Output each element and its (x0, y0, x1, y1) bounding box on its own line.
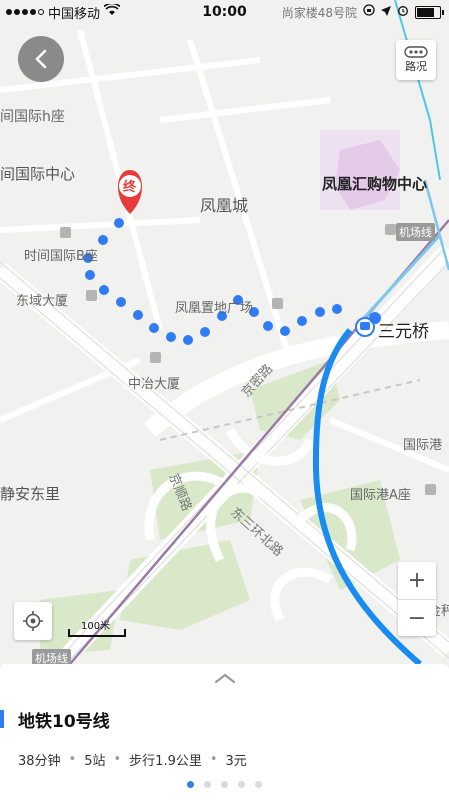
pager-dot[interactable] (221, 781, 228, 788)
zoom-out-button[interactable]: − (398, 600, 436, 637)
screen-lock-icon (363, 4, 375, 20)
carrier-label: 中国移动 (48, 6, 101, 22)
map-label-guoji-gang-a: 国际港A座 (350, 488, 411, 503)
map-label-fenghuang-mall: 凤凰汇购物中心 (322, 175, 428, 193)
route-summary: 38分钟 • 5站 • 步行1.9公里 • 3元 (18, 750, 247, 769)
route-title: 地铁10号线 (0, 708, 110, 732)
separator-dot: • (68, 752, 77, 767)
traffic-label: 路况 (405, 60, 427, 73)
map-label-zhongye: 中冶大厦 (128, 377, 181, 392)
traffic-toggle-button[interactable]: 路况 (396, 40, 436, 80)
map-label-jing-an-dongli: 静安东里 (0, 485, 61, 503)
route-duration: 38分钟 (18, 754, 61, 769)
map-label-fenghuang-plaza: 凤凰置地广场 (175, 301, 254, 316)
separator-dot: • (209, 752, 218, 767)
status-bar: 中国移动 10:00 尚家楼48号院 (0, 0, 449, 24)
map-label-sanyuanqiao: 三元桥 (378, 322, 429, 342)
map-label-shijian-b: 时间国际B座 (24, 249, 98, 264)
locate-me-button[interactable] (14, 602, 52, 640)
map-label-dongyu: 东域大厦 (16, 294, 69, 309)
separator-dot: • (113, 752, 122, 767)
location-arrow-icon (381, 5, 391, 20)
crosshair-icon (23, 611, 43, 631)
airport-line-badge-top: 机场线 (396, 223, 435, 241)
airport-line-badge-bottom: 机场线 (32, 649, 71, 664)
pager-dot[interactable] (238, 781, 245, 788)
status-bar-left: 中国移动 (0, 2, 121, 22)
street-label: 尚家楼48号院 (281, 5, 357, 20)
battery-icon (415, 5, 444, 19)
map-label-shijian-h: 间国际h座 (0, 109, 65, 125)
status-bar-right: 尚家楼48号院 (282, 4, 449, 21)
pager-dot[interactable] (204, 781, 211, 788)
wifi-icon (103, 2, 121, 20)
route-pager[interactable] (0, 781, 449, 788)
zoom-in-button[interactable]: + (398, 562, 436, 599)
alarm-icon (397, 4, 409, 20)
battery-fill (417, 7, 434, 17)
route-price: 3元 (225, 754, 247, 769)
pager-dot[interactable] (255, 781, 262, 788)
map-label-fenghuang-cheng: 凤凰城 (200, 196, 249, 215)
route-walk-distance: 步行1.9公里 (129, 754, 202, 769)
route-line-name: 地铁10号线 (18, 711, 110, 732)
back-button[interactable] (18, 36, 64, 82)
map-label-shijian-center: 间国际中心 (0, 165, 76, 183)
map-scale: 100米 (68, 618, 126, 637)
scale-label: 100米 (81, 621, 111, 632)
signal-strength-icon (6, 9, 44, 15)
zoom-controls: + − (398, 562, 436, 636)
end-marker-label: 终 (123, 180, 137, 195)
route-accent-bar (0, 710, 4, 728)
chevron-up-icon[interactable] (214, 672, 236, 684)
route-stations: 5站 (84, 754, 106, 769)
map-view[interactable]: 间国际h座 间国际中心 凤凰城 凤凰汇购物中心 时间国际B座 东域大厦 凤凰置地… (0, 0, 449, 664)
route-sheet[interactable]: 地铁10号线 38分钟 • 5站 • 步行1.9公里 • 3元 (0, 664, 449, 800)
traffic-icon (404, 46, 428, 58)
pager-dot[interactable] (187, 781, 194, 788)
map-label-guoji-gang-edge: 国际港 (403, 438, 443, 453)
chevron-left-icon (35, 49, 47, 69)
